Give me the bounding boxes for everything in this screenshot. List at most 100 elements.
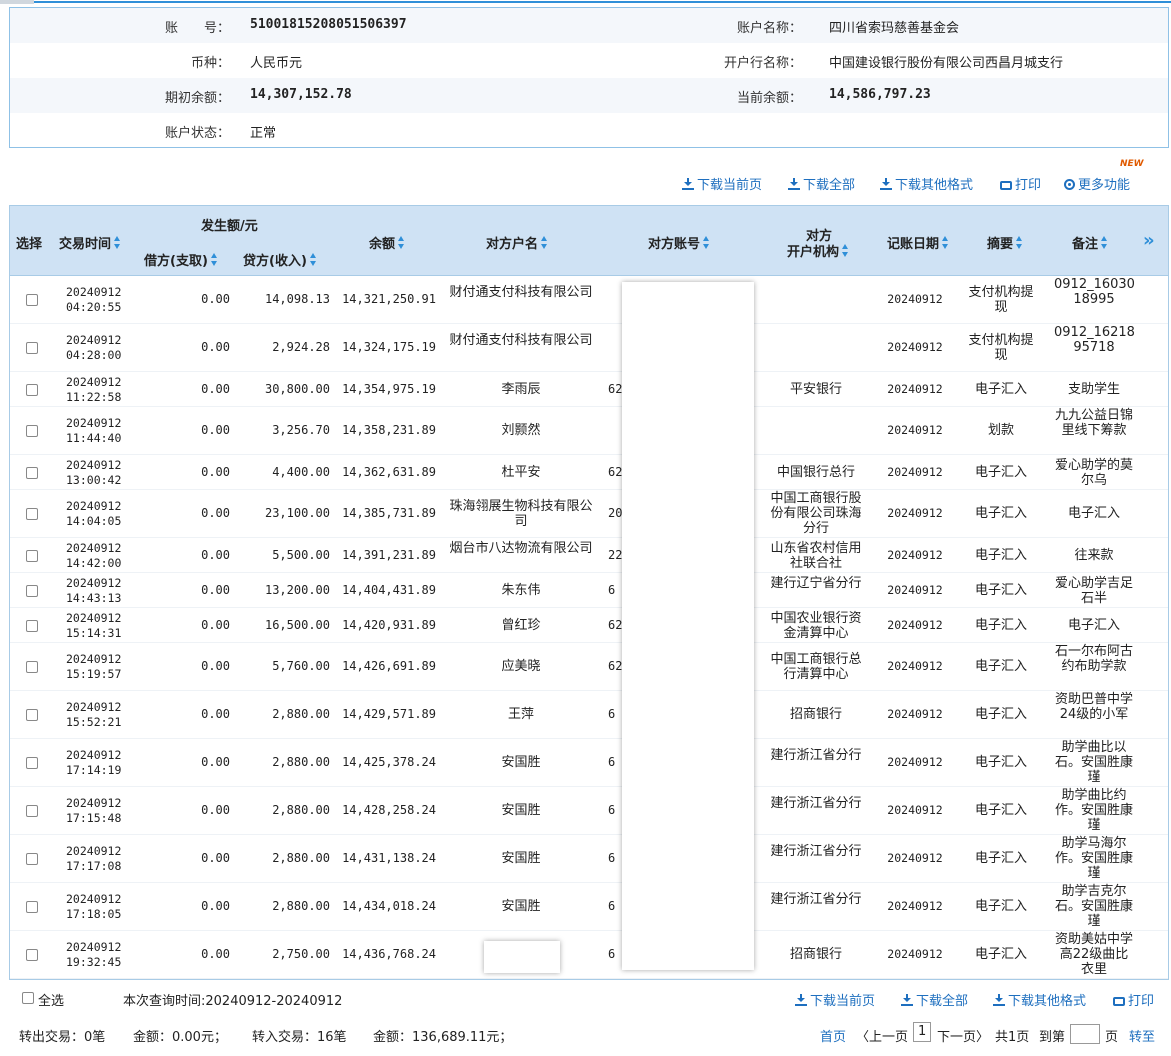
- footer-download-other-format-link[interactable]: 下载其他格式: [993, 990, 1086, 1009]
- credit-amount: 14,098.13: [264, 292, 330, 306]
- print-link[interactable]: 打印: [1000, 174, 1041, 193]
- balance-amount: 14,425,378.24: [342, 755, 436, 769]
- table-row[interactable]: 20240912 14:42:00 0.00 5,500.00 14,391,231.8…: [10, 538, 1168, 573]
- select-all-label: 全选: [38, 994, 65, 1009]
- row-checkbox[interactable]: [26, 901, 38, 913]
- row-checkbox[interactable]: [26, 585, 38, 597]
- download-all-link[interactable]: 下载全部: [788, 174, 855, 193]
- col-counterparty-name[interactable]: 对方户名: [486, 233, 548, 252]
- transaction-date: 20240912: [66, 458, 122, 472]
- double-chevron-right-icon[interactable]: »: [1143, 230, 1154, 251]
- remark: 资助巴普中学24级的小军: [1054, 692, 1133, 722]
- gear-icon: [1064, 179, 1075, 190]
- row-checkbox[interactable]: [26, 661, 38, 673]
- table-row[interactable]: 20240912 14:43:13 0.00 13,200.00 14,404,431.…: [10, 573, 1168, 608]
- footer-print-link[interactable]: 打印: [1113, 990, 1154, 1009]
- table-row[interactable]: 20240912 19:32:45 0.00 2,750.00 14,436,768.2…: [10, 931, 1168, 979]
- transaction-time: 20240912 17:15:48: [66, 796, 121, 826]
- row-checkbox[interactable]: [26, 709, 38, 721]
- table-row[interactable]: 20240912 15:19:57 0.00 5,760.00 14,426,691.8…: [10, 643, 1168, 691]
- col-summary[interactable]: 摘要: [987, 233, 1023, 252]
- counterparty-bank: 中国工商银行总行清算中心: [770, 652, 862, 682]
- table-row[interactable]: 20240912 14:04:05 0.00 23,100.00 14,385,731.…: [10, 490, 1168, 538]
- row-checkbox[interactable]: [26, 550, 38, 562]
- remark: 石一尔布阿古约布助学款: [1054, 644, 1133, 674]
- table-row[interactable]: 20240912 11:44:40 0.00 3,256.70 14,358,231.8…: [10, 407, 1168, 455]
- transaction-date: 20240912: [66, 499, 122, 513]
- table-row[interactable]: 20240912 04:28:00 0.00 2,924.28 14,324,175.1…: [10, 324, 1168, 372]
- transaction-clock: 17:18:05: [66, 907, 122, 921]
- account-number: 51001815208051506397: [250, 17, 407, 32]
- row-checkbox[interactable]: [26, 342, 38, 354]
- row-checkbox[interactable]: [26, 805, 38, 817]
- goto-page-button[interactable]: 转至: [1129, 1026, 1155, 1045]
- debit-amount: 0.00: [201, 803, 230, 817]
- col-transaction-time[interactable]: 交易时间: [59, 233, 121, 252]
- table-row[interactable]: 20240912 17:18:05 0.00 2,880.00 14,434,018.2…: [10, 883, 1168, 931]
- credit-amount: 3,256.70: [272, 423, 330, 437]
- active-tab-marker[interactable]: [0, 0, 34, 4]
- goto-page-input[interactable]: [1070, 1024, 1100, 1044]
- transaction-time: 20240912 14:04:05: [66, 499, 121, 529]
- credit-amount: 2,924.28: [272, 340, 330, 354]
- transaction-time: 20240912 17:18:05: [66, 892, 121, 922]
- summary: 电子汇入: [974, 851, 1027, 866]
- transaction-clock: 11:44:40: [66, 431, 122, 445]
- transaction-time: 20240912 04:28:00: [66, 333, 121, 363]
- row-checkbox[interactable]: [26, 425, 38, 437]
- row-checkbox[interactable]: [26, 294, 38, 306]
- prev-page-link[interactable]: 〈上一页: [856, 1026, 908, 1045]
- download-current-page-link[interactable]: 下载当前页: [682, 174, 762, 193]
- incoming-amount: 金额：136,689.11元；: [373, 1030, 513, 1045]
- col-balance[interactable]: 余额: [369, 233, 405, 252]
- table-row[interactable]: 20240912 13:00:42 0.00 4,400.00 14,362,631.8…: [10, 455, 1168, 490]
- debit-amount: 0.00: [201, 340, 230, 354]
- download-icon: [901, 994, 913, 1006]
- first-page-link[interactable]: 首页: [820, 1026, 846, 1045]
- next-page-link[interactable]: 下一页〉: [937, 1026, 989, 1045]
- footer-download-current-page-link[interactable]: 下载当前页: [795, 990, 875, 1009]
- col-remark[interactable]: 备注: [1072, 233, 1108, 252]
- sort-icon: [114, 236, 121, 250]
- table-row[interactable]: 20240912 17:14:19 0.00 2,880.00 14,425,378.2…: [10, 739, 1168, 787]
- col-counterparty-bank[interactable]: 开户机构: [787, 241, 849, 260]
- transaction-clock: 17:15:48: [66, 811, 122, 825]
- more-functions-link[interactable]: 更多功能: [1064, 174, 1130, 193]
- balance-amount: 14,404,431.89: [342, 583, 436, 597]
- row-checkbox[interactable]: [26, 620, 38, 632]
- footer-download-all-link[interactable]: 下载全部: [901, 990, 968, 1009]
- counterparty-bank: 招商银行: [789, 707, 842, 722]
- col-debit[interactable]: 借方(支取): [144, 250, 218, 269]
- download-icon: [682, 178, 694, 190]
- table-row[interactable]: 20240912 15:14:31 0.00 16,500.00 14,420,931.…: [10, 608, 1168, 643]
- transaction-time: 20240912 15:14:31: [66, 611, 121, 641]
- counterparty-name: 烟台市八达物流有限公司: [449, 541, 593, 556]
- row-checkbox[interactable]: [26, 508, 38, 520]
- counterparty-bank: 招商银行: [789, 947, 842, 962]
- book-date: 20240912: [887, 465, 943, 479]
- table-row[interactable]: 20240912 17:15:48 0.00 2,880.00 14,428,258.2…: [10, 787, 1168, 835]
- row-checkbox[interactable]: [26, 949, 38, 961]
- transaction-date: 20240912: [66, 375, 122, 389]
- download-other-format-link[interactable]: 下载其他格式: [880, 174, 973, 193]
- col-counterparty-account[interactable]: 对方账号: [648, 233, 710, 252]
- transaction-time: 20240912 17:14:19: [66, 748, 121, 778]
- table-row[interactable]: 20240912 15:52:21 0.00 2,880.00 14,429,571.8…: [10, 691, 1168, 739]
- download-icon: [795, 994, 807, 1006]
- row-checkbox[interactable]: [26, 757, 38, 769]
- table-row[interactable]: 20240912 04:20:55 0.00 14,098.13 14,321,250.…: [10, 276, 1168, 324]
- row-checkbox[interactable]: [26, 384, 38, 396]
- transaction-clock: 04:28:00: [66, 348, 122, 362]
- summary: 划款: [987, 423, 1014, 438]
- col-book-date[interactable]: 记账日期: [887, 233, 949, 252]
- table-row[interactable]: 20240912 17:17:08 0.00 2,880.00 14,431,138.2…: [10, 835, 1168, 883]
- query-time: 本次查询时间:20240912-20240912: [123, 994, 343, 1009]
- col-credit[interactable]: 贷方(收入): [243, 250, 317, 269]
- select-all-checkbox[interactable]: [22, 992, 34, 1004]
- table-row[interactable]: 20240912 11:22:58 0.00 30,800.00 14,354,975.…: [10, 372, 1168, 407]
- remark: 助学曲比约作。安国胜康瑾: [1054, 788, 1133, 833]
- account-status-label: 账户状态：: [164, 126, 230, 141]
- row-checkbox[interactable]: [26, 467, 38, 479]
- col-credit-label: 贷方(收入): [243, 254, 307, 269]
- row-checkbox[interactable]: [26, 853, 38, 865]
